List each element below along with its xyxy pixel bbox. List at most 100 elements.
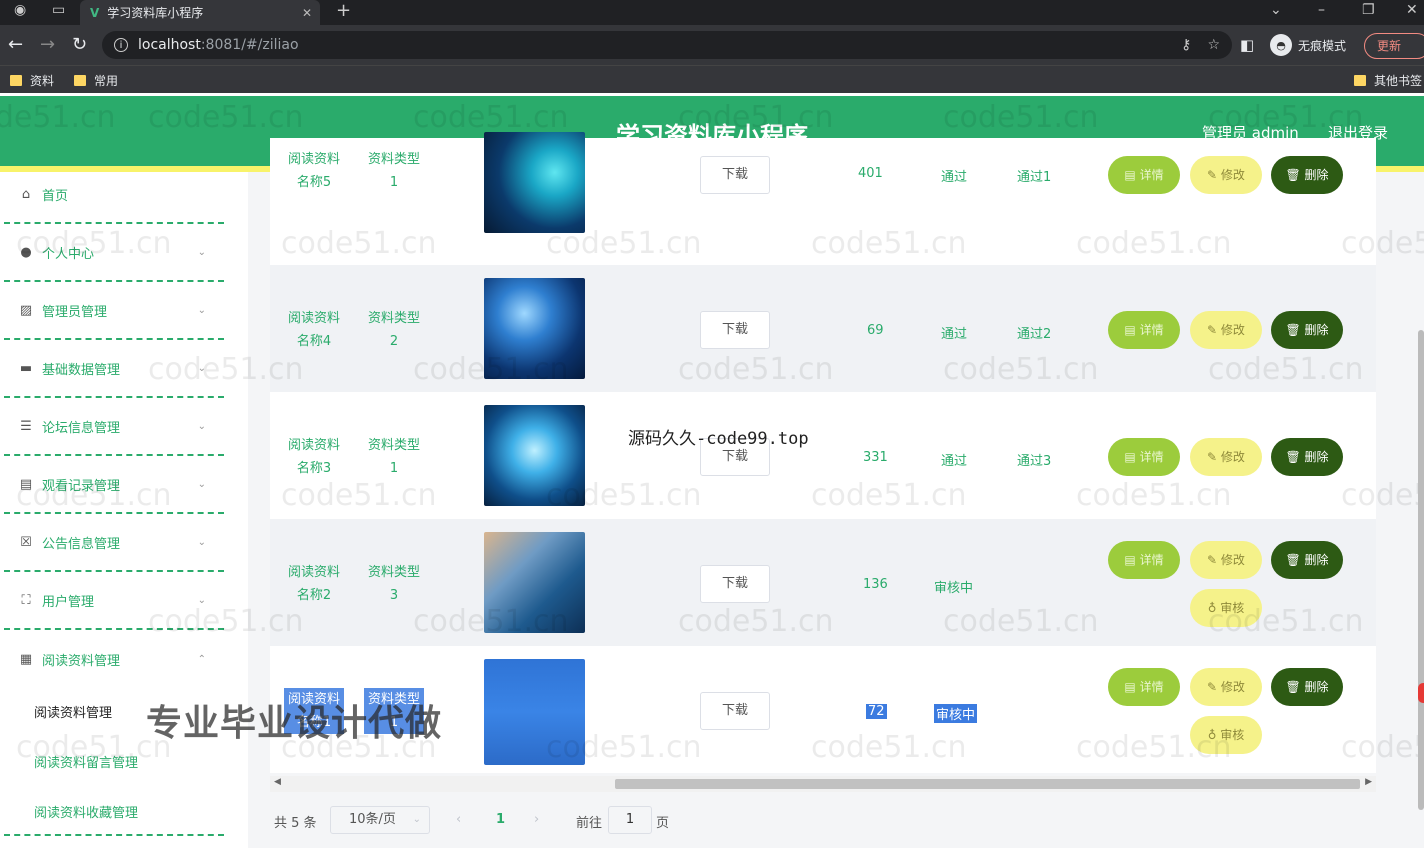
- chevron-down-icon: ⌄: [197, 420, 206, 432]
- audit-button[interactable]: ♁ 审核: [1190, 716, 1262, 754]
- chevron-down-icon: ⌄: [197, 304, 206, 316]
- vertical-scrollbar[interactable]: [1418, 330, 1424, 810]
- incognito-indicator[interactable]: ◓ 无痕模式: [1270, 34, 1346, 56]
- detail-button[interactable]: ▤ 详情: [1108, 438, 1180, 476]
- table-row: 阅读资料 名称3 资料类型 1 下载 331 通过 通过3 ▤ 详情 ✎ 修改 🗑 …: [270, 392, 1376, 519]
- edit-button[interactable]: ✎ 修改: [1190, 311, 1262, 349]
- delete-button[interactable]: 🗑 删除: [1271, 438, 1343, 476]
- chevron-down-icon: ⌄: [197, 362, 206, 374]
- name-cell: 阅读资料 名称3: [287, 438, 340, 476]
- type-cell: 资料类型 1: [367, 438, 420, 476]
- chevron-down-icon: ⌄: [197, 536, 206, 548]
- url-input[interactable]: i localhost :8081/#/ziliao ⚷ ☆: [102, 31, 1232, 59]
- sidebar-item-forum[interactable]: ☰ 论坛信息管理 ⌄: [4, 398, 224, 456]
- cover-image: [484, 405, 585, 506]
- update-button[interactable]: 更新: [1364, 33, 1424, 59]
- window-close-icon[interactable]: ✕: [1406, 2, 1418, 18]
- type-cell: 资料类型 2: [367, 311, 420, 349]
- sidebar-item-notices[interactable]: ☒ 公告信息管理 ⌄: [4, 514, 224, 572]
- horizontal-scrollbar[interactable]: ◀ ▶: [270, 776, 1376, 792]
- scroll-left-icon[interactable]: ◀: [274, 777, 281, 787]
- sidepanel-icon[interactable]: ◧: [1240, 36, 1254, 54]
- source-overlay-text: 源码久久-code99.top: [628, 429, 809, 449]
- edit-button[interactable]: ✎ 修改: [1190, 668, 1262, 706]
- main-content: 阅读资料 名称5 资料类型 1 下载 401 通过 通过1 ▤ 详情 ✎ 修改 🗑 …: [248, 132, 1424, 848]
- restore-icon[interactable]: ❐: [1362, 2, 1375, 18]
- tab-search-icon[interactable]: ⌄: [1270, 2, 1282, 18]
- detail-button[interactable]: ▤ 详情: [1108, 541, 1180, 579]
- floating-side-tab[interactable]: [1418, 683, 1424, 703]
- sidebar-subitem-comments[interactable]: 阅读资料留言管理: [34, 752, 138, 771]
- incognito-icon: ◓: [1270, 34, 1292, 56]
- download-button[interactable]: 下载: [700, 565, 770, 603]
- folder-icon: [10, 75, 22, 86]
- reply-cell: 通过3: [1017, 454, 1052, 469]
- minimize-icon[interactable]: –: [1318, 2, 1325, 18]
- sidebar-item-label: 阅读资料管理: [42, 653, 121, 669]
- home-icon: ⌂: [21, 186, 31, 202]
- sidebar-item-admins[interactable]: ▨ 管理员管理 ⌄: [4, 282, 224, 340]
- delete-button[interactable]: 🗑 删除: [1271, 156, 1343, 194]
- table-row: 阅读资料 名称5 资料类型 1 下载 401 通过 通过1 ▤ 详情 ✎ 修改 🗑 …: [270, 132, 1376, 265]
- bookmark-star-icon[interactable]: ☆: [1207, 37, 1220, 53]
- sidebar-item-reading[interactable]: ▦ 阅读资料管理 ⌃: [4, 630, 224, 688]
- scrollbar-thumb[interactable]: [615, 779, 1360, 789]
- page-suffix: 页: [656, 816, 670, 831]
- edit-button[interactable]: ✎ 修改: [1190, 438, 1262, 476]
- sidebar-item-label: 管理员管理: [42, 304, 108, 320]
- tab-overview-icon[interactable]: ▭: [52, 2, 65, 18]
- detail-button[interactable]: ▤ 详情: [1108, 668, 1180, 706]
- page-size-select[interactable]: 10条/页 ⌄: [330, 806, 430, 834]
- chevron-down-icon: ⌄: [197, 246, 206, 258]
- reload-icon[interactable]: ↻: [72, 34, 87, 55]
- bookmark-label: 资料: [30, 74, 55, 88]
- tab-title: 学习资料库小程序: [107, 6, 204, 20]
- name-cell: 阅读资料 名称4: [287, 311, 340, 349]
- download-button[interactable]: 下载: [700, 692, 770, 730]
- sidebar-subitem-reading[interactable]: 阅读资料管理: [34, 702, 112, 721]
- page-number-current[interactable]: 1: [496, 812, 505, 827]
- forward-icon[interactable]: →: [40, 34, 55, 55]
- prev-page-icon[interactable]: ‹: [456, 812, 461, 827]
- detail-button[interactable]: ▤ 详情: [1108, 311, 1180, 349]
- next-page-icon[interactable]: ›: [534, 812, 539, 827]
- sidebar: ⌂ 首页 ● 个人中心 ⌄ ▨ 管理员管理 ⌄ ▬ 基础数据管理 ⌄ ☰ 论坛信…: [0, 172, 245, 848]
- new-tab-icon[interactable]: +: [336, 0, 351, 21]
- key-icon[interactable]: ⚷: [1181, 37, 1191, 53]
- download-button[interactable]: 下载: [700, 311, 770, 349]
- type-cell: 资料类型 1: [367, 152, 420, 190]
- sidebar-item-label: 基础数据管理: [42, 362, 121, 378]
- edit-button[interactable]: ✎ 修改: [1190, 541, 1262, 579]
- browser-tab[interactable]: V 学习资料库小程序 ✕: [80, 0, 320, 25]
- audit-button[interactable]: ♁ 审核: [1190, 589, 1262, 627]
- sidebar-item-label: 首页: [42, 188, 69, 204]
- count-cell: 136: [863, 577, 888, 592]
- promo-overlay-text: 专业毕业设计代做: [146, 703, 443, 744]
- goto-label: 前往: [576, 816, 603, 831]
- bookmark-folder[interactable]: 资料: [10, 72, 54, 89]
- close-box-icon: ☒: [20, 534, 32, 550]
- bookmark-folder[interactable]: 常用: [74, 72, 118, 89]
- sidebar-item-view-records[interactable]: ▤ 观看记录管理 ⌄: [4, 456, 224, 514]
- folder-icon: [74, 75, 86, 86]
- goto-page-input[interactable]: 1: [608, 806, 652, 834]
- sidebar-item-base-data[interactable]: ▬ 基础数据管理 ⌄: [4, 340, 224, 398]
- edit-button[interactable]: ✎ 修改: [1190, 156, 1262, 194]
- delete-button[interactable]: 🗑 删除: [1271, 311, 1343, 349]
- back-icon[interactable]: ←: [8, 34, 23, 55]
- close-tab-icon[interactable]: ✕: [302, 6, 312, 20]
- site-info-icon[interactable]: i: [114, 38, 128, 52]
- sidebar-item-home[interactable]: ⌂ 首页: [4, 166, 224, 224]
- browser-menu-icon[interactable]: ◉: [14, 2, 26, 18]
- sidebar-subitem-favorites[interactable]: 阅读资料收藏管理: [34, 802, 138, 821]
- chevron-down-icon: ⌄: [412, 814, 421, 825]
- detail-button[interactable]: ▤ 详情: [1108, 156, 1180, 194]
- scroll-right-icon[interactable]: ▶: [1365, 777, 1372, 787]
- reply-cell: 通过2: [1017, 327, 1052, 342]
- other-bookmarks[interactable]: 其他书签: [1354, 72, 1422, 89]
- sidebar-item-profile[interactable]: ● 个人中心 ⌄: [4, 224, 224, 282]
- delete-button[interactable]: 🗑 删除: [1271, 668, 1343, 706]
- download-button[interactable]: 下载: [700, 156, 770, 194]
- delete-button[interactable]: 🗑 删除: [1271, 541, 1343, 579]
- sidebar-item-users[interactable]: ⛶ 用户管理 ⌄: [4, 572, 224, 630]
